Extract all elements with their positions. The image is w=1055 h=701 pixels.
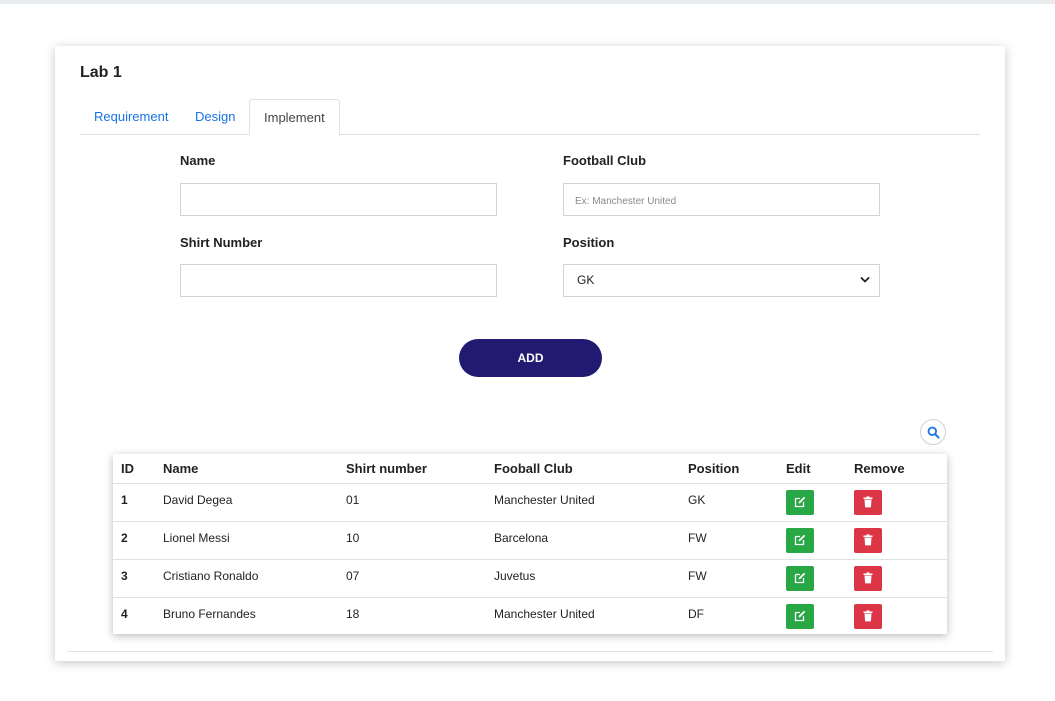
search-icon xyxy=(927,426,940,439)
table-row: 4 Bruno Fernandes 18 Manchester United D… xyxy=(113,597,947,635)
delete-button[interactable] xyxy=(854,566,882,591)
cell-club: Manchester United xyxy=(494,493,595,507)
edit-button[interactable] xyxy=(786,604,814,629)
lab-card: Lab 1 Requirement Design Implement Name … xyxy=(55,46,1005,661)
trash-icon xyxy=(863,572,873,584)
tab-requirement[interactable]: Requirement xyxy=(80,99,182,135)
position-select[interactable]: GK xyxy=(563,264,880,297)
edit-button[interactable] xyxy=(786,490,814,515)
cell-position: FW xyxy=(688,569,707,583)
cell-id: 4 xyxy=(121,607,128,621)
cell-name: Cristiano Ronaldo xyxy=(163,569,259,583)
top-bar xyxy=(0,0,1055,4)
club-label: Football Club xyxy=(563,153,647,168)
card-divider xyxy=(67,651,993,652)
edit-icon xyxy=(794,572,806,584)
edit-icon xyxy=(794,534,806,546)
cell-club: Manchester United xyxy=(494,607,595,621)
header-position: Position xyxy=(688,461,740,476)
header-edit: Edit xyxy=(786,461,811,476)
cell-shirt-number: 01 xyxy=(346,493,360,507)
delete-button[interactable] xyxy=(854,528,882,553)
name-label: Name xyxy=(180,153,216,168)
trash-icon xyxy=(863,496,873,508)
edit-button[interactable] xyxy=(786,566,814,591)
cell-position: DF xyxy=(688,607,704,621)
delete-button[interactable] xyxy=(854,490,882,515)
header-club: Fooball Club xyxy=(494,461,573,476)
cell-shirt-number: 07 xyxy=(346,569,360,583)
cell-club: Juvetus xyxy=(494,569,536,583)
search-button[interactable] xyxy=(920,419,946,445)
cell-name: David Degea xyxy=(163,493,233,507)
club-input[interactable] xyxy=(563,183,880,216)
trash-icon xyxy=(863,610,873,622)
edit-icon xyxy=(794,610,806,622)
cell-name: Lionel Messi xyxy=(163,531,230,545)
tab-design[interactable]: Design xyxy=(181,99,249,135)
delete-button[interactable] xyxy=(854,604,882,629)
cell-position: FW xyxy=(688,531,707,545)
players-table: ID Name Shirt number Fooball Club Positi… xyxy=(113,454,947,634)
chevron-down-icon xyxy=(860,277,870,283)
tab-implement[interactable]: Implement xyxy=(249,99,340,136)
header-name: Name xyxy=(163,461,199,476)
position-select-value: GK xyxy=(577,273,595,287)
cell-id: 1 xyxy=(121,493,128,507)
card-title: Lab 1 xyxy=(80,64,122,81)
position-label: Position xyxy=(563,235,615,250)
edit-icon xyxy=(794,496,806,508)
tab-bar: Requirement Design Implement xyxy=(80,99,980,136)
cell-shirt-number: 10 xyxy=(346,531,360,545)
cell-name: Bruno Fernandes xyxy=(163,607,256,621)
name-input[interactable] xyxy=(180,183,497,216)
table-row: 1 David Degea 01 Manchester United GK xyxy=(113,483,947,521)
add-button[interactable]: ADD xyxy=(459,339,602,377)
header-id: ID xyxy=(121,461,134,476)
cell-id: 2 xyxy=(121,531,128,545)
table-row: 3 Cristiano Ronaldo 07 Juvetus FW xyxy=(113,559,947,597)
cell-club: Barcelona xyxy=(494,531,549,545)
header-shirt-number: Shirt number xyxy=(346,461,427,476)
edit-button[interactable] xyxy=(786,528,814,553)
shirt-number-input[interactable] xyxy=(180,264,497,297)
shirt-number-label: Shirt Number xyxy=(180,235,263,250)
table-row: 2 Lionel Messi 10 Barcelona FW xyxy=(113,521,947,559)
cell-shirt-number: 18 xyxy=(346,607,360,621)
cell-id: 3 xyxy=(121,569,128,583)
cell-position: GK xyxy=(688,493,706,507)
header-remove: Remove xyxy=(854,461,905,476)
trash-icon xyxy=(863,534,873,546)
